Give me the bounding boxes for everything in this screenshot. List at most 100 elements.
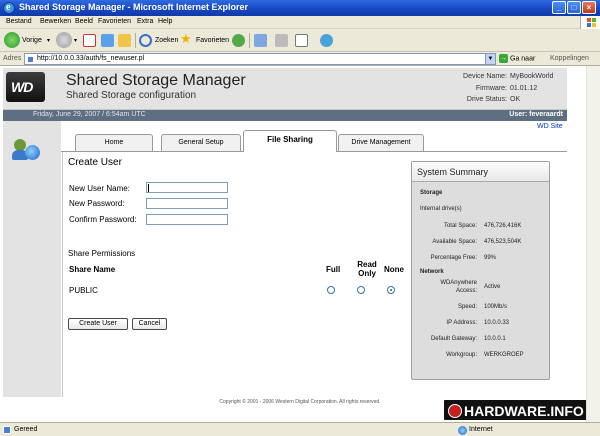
- password-input[interactable]: [146, 198, 228, 209]
- tab-general-setup[interactable]: General Setup: [161, 134, 241, 151]
- hardware-info-watermark: HARDWARE.INFO: [442, 398, 592, 422]
- username-label: New User Name:: [69, 184, 130, 193]
- radio-public-readonly[interactable]: [357, 286, 365, 294]
- firmware-value: 01.01.12: [510, 85, 538, 92]
- system-summary-panel: System Summary Storage Internal drive(s)…: [411, 161, 550, 380]
- address-dropdown-icon[interactable]: ▼: [485, 54, 495, 64]
- mail-icon[interactable]: [254, 34, 267, 47]
- menu-help[interactable]: Help: [158, 18, 172, 25]
- vertical-scrollbar[interactable]: [586, 66, 600, 422]
- none-header: None: [384, 265, 404, 274]
- user-text: User: feveraardt: [509, 111, 563, 118]
- drive-status-label: Drive Status:: [466, 96, 507, 103]
- password-label: New Password:: [69, 199, 125, 208]
- app-title: Shared Storage Manager: [66, 72, 246, 89]
- browser-window: e Shared Storage Manager - Microsoft Int…: [0, 0, 600, 436]
- address-bar: Adres http://10.0.0.33/auth/fs_newuser.p…: [0, 52, 600, 66]
- total-space-label: Total Space:: [443, 223, 477, 229]
- menu-extra[interactable]: Extra: [137, 18, 153, 25]
- users-icon: [9, 136, 47, 168]
- ip-address-label: IP Address:: [446, 320, 477, 326]
- cancel-button[interactable]: Cancel: [132, 318, 167, 330]
- device-name-value: MyBookWorld: [510, 73, 554, 80]
- go-button-label: Ga naar: [510, 55, 536, 63]
- confirm-password-input[interactable]: [146, 214, 228, 225]
- read-only-header-2: Only: [358, 269, 376, 278]
- favorites-button-label[interactable]: Favorieten: [196, 37, 229, 44]
- network-label: Network: [420, 269, 444, 275]
- wd-logo: WD: [6, 72, 45, 102]
- back-button-label[interactable]: Vorige: [22, 37, 42, 44]
- forward-dropdown-icon[interactable]: ▾: [74, 37, 77, 44]
- create-user-heading: Create User: [68, 157, 122, 168]
- speed-value: 100Mb/s: [484, 304, 508, 310]
- hardware-info-logo-icon: [448, 404, 462, 418]
- back-dropdown-icon[interactable]: ▾: [47, 37, 50, 44]
- username-input[interactable]: [146, 182, 228, 193]
- date-text: Friday, June 29, 2007 / 6:54am UTC: [33, 111, 146, 118]
- wdanywhere-value: Active: [484, 284, 501, 290]
- storage-label: Storage: [420, 190, 443, 196]
- full-header: Full: [326, 265, 341, 274]
- address-url[interactable]: http://10.0.0.33/auth/fs_newuser.pl: [37, 55, 144, 62]
- home-icon[interactable]: [118, 34, 131, 47]
- status-text: Gereed: [14, 426, 38, 433]
- speed-label: Speed:: [457, 304, 477, 310]
- create-user-button[interactable]: Create User: [68, 318, 128, 330]
- minimize-button[interactable]: _: [552, 1, 566, 14]
- internal-drives-label: Internal drive(s): [420, 206, 462, 212]
- menu-bewerken[interactable]: Bewerken: [40, 18, 71, 25]
- firmware-label: Firmware:: [475, 85, 507, 92]
- tab-drive-management[interactable]: Drive Management: [338, 134, 424, 151]
- edit-icon[interactable]: [295, 34, 308, 47]
- toolbar: Vorige ▾ ▾ Zoeken ★ Favorieten: [0, 29, 600, 52]
- info-stripe: Friday, June 29, 2007 / 6:54am UTC User:…: [3, 110, 567, 121]
- page-icon: [27, 56, 34, 63]
- app-header: WD Shared Storage Manager Shared Storage…: [3, 68, 567, 110]
- menu-bar: Bestand Bewerken Beeld Favorieten Extra …: [0, 16, 600, 29]
- links-button[interactable]: Koppelingen: [550, 55, 589, 62]
- radio-public-full[interactable]: [327, 286, 335, 294]
- percentage-free-value: 99%: [484, 255, 497, 261]
- total-space-value: 476,726,416K: [484, 223, 522, 229]
- share-name-header: Share Name: [69, 265, 116, 274]
- radio-public-none[interactable]: [387, 286, 395, 294]
- workgroup-value: WERKGROEP: [484, 352, 524, 358]
- media-icon[interactable]: [232, 34, 245, 47]
- forward-arrow-icon[interactable]: [56, 32, 72, 48]
- toolbar-separator: [135, 33, 136, 48]
- ie-icon: e: [3, 2, 15, 14]
- menu-favorieten[interactable]: Favorieten: [98, 18, 131, 25]
- percentage-free-label: Percentage Free:: [430, 255, 477, 261]
- tab-file-sharing[interactable]: File Sharing: [243, 130, 337, 152]
- zone-text: Internet: [469, 426, 493, 433]
- search-icon[interactable]: [139, 34, 152, 47]
- print-icon[interactable]: [275, 34, 288, 47]
- messenger-icon[interactable]: [320, 34, 333, 47]
- page-status-icon: [3, 426, 11, 434]
- favorites-star-icon[interactable]: ★: [180, 32, 193, 46]
- share-public-label: PUBLIC: [69, 286, 98, 295]
- menu-beeld[interactable]: Beeld: [75, 18, 93, 25]
- internet-zone-icon: [458, 426, 467, 435]
- available-space-value: 476,523,504K: [484, 239, 522, 245]
- stop-icon[interactable]: [83, 34, 96, 47]
- toolbar-separator: [249, 33, 250, 48]
- workgroup-label: Workgroup:: [446, 352, 477, 358]
- menu-bestand[interactable]: Bestand: [6, 18, 32, 25]
- system-summary-title: System Summary: [412, 162, 549, 182]
- close-button[interactable]: ×: [582, 1, 596, 14]
- refresh-icon[interactable]: [101, 34, 114, 47]
- go-button[interactable]: → Ga naar: [499, 54, 535, 63]
- tab-home[interactable]: Home: [75, 134, 153, 151]
- wdanywhere-label-1: WDAnywhere: [440, 280, 477, 286]
- wd-site-link[interactable]: WD Site: [537, 123, 563, 130]
- search-button-label[interactable]: Zoeken: [155, 37, 178, 44]
- page-viewport: WD Shared Storage Manager Shared Storage…: [0, 66, 600, 422]
- address-input[interactable]: http://10.0.0.33/auth/fs_newuser.pl ▼: [24, 53, 496, 65]
- confirm-password-label: Confirm Password:: [69, 215, 137, 224]
- drive-status-value: OK: [510, 96, 521, 103]
- wdanywhere-label-2: Access:: [455, 288, 477, 294]
- maximize-button[interactable]: □: [567, 1, 581, 14]
- back-arrow-icon[interactable]: [4, 32, 20, 48]
